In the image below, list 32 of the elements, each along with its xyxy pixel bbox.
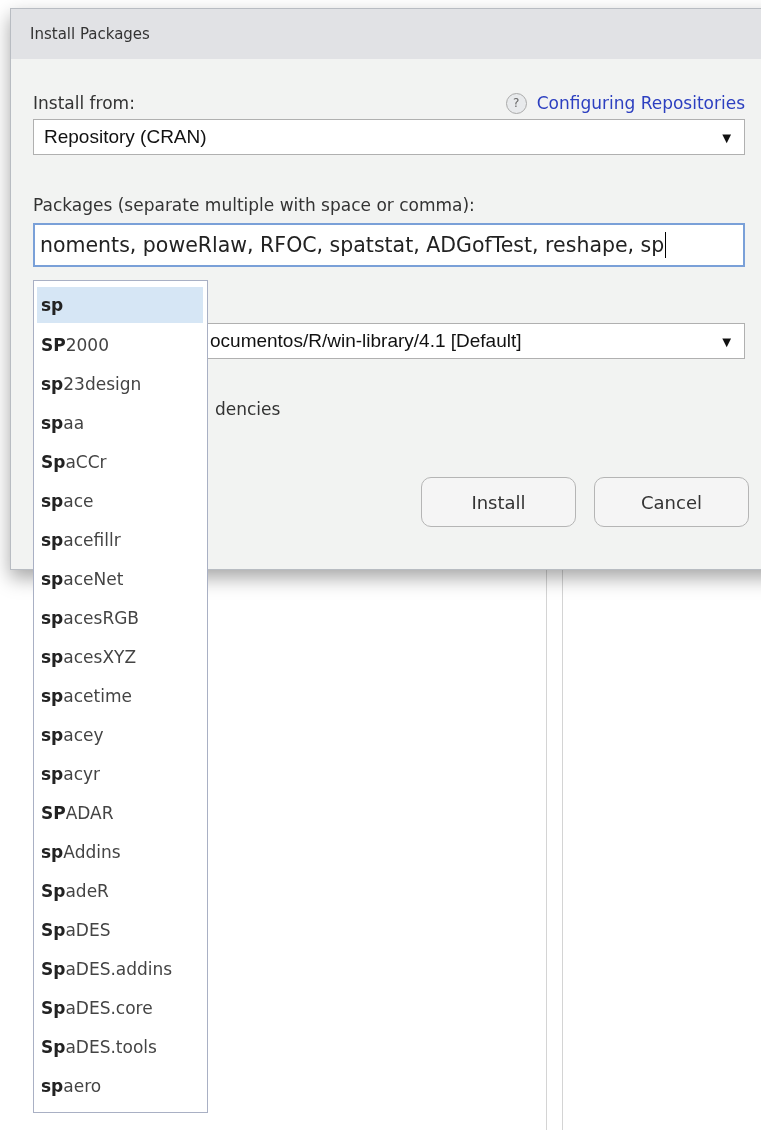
cancel-button[interactable]: Cancel — [594, 477, 749, 527]
autocomplete-item[interactable]: space — [37, 482, 203, 521]
repository-select[interactable]: Repository (CRAN) ▼ — [33, 119, 745, 155]
autocomplete-item[interactable]: SpaDES.core — [37, 989, 203, 1028]
autocomplete-item[interactable]: SpadeR — [37, 872, 203, 911]
window-title: Install Packages — [30, 25, 150, 43]
autocomplete-item[interactable]: SpaDES — [37, 911, 203, 950]
packages-input[interactable]: noments, poweRlaw, RFOC, spatstat, ADGofTest, reshape, sp — [33, 223, 745, 267]
autocomplete-item[interactable]: spacefillr — [37, 521, 203, 560]
autocomplete-item[interactable]: spacey — [37, 716, 203, 755]
autocomplete-item[interactable]: SpaDES.addins — [37, 950, 203, 989]
configuring-repositories-link[interactable]: Configuring Repositories — [536, 93, 745, 113]
autocomplete-item[interactable]: spacetime — [37, 677, 203, 716]
autocomplete-item[interactable]: spacesXYZ — [37, 638, 203, 677]
packages-label: Packages (separate multiple with space or comma): — [33, 195, 476, 217]
autocomplete-item[interactable]: SpaDES.tools — [37, 1028, 203, 1067]
autocomplete-item[interactable]: SpaCCr — [37, 443, 203, 482]
autocomplete-item[interactable]: spacyr — [37, 755, 203, 794]
autocomplete-item[interactable]: spaero — [37, 1067, 203, 1106]
install-button[interactable]: Install — [421, 477, 576, 527]
autocomplete-item[interactable]: sp23design — [37, 365, 203, 404]
autocomplete-item[interactable]: SP2000 — [37, 326, 203, 365]
autocomplete-item[interactable]: spaceNet — [37, 560, 203, 599]
help-icon[interactable]: ? — [505, 92, 527, 114]
install-from-label: Install from: — [33, 93, 135, 113]
autocomplete-item[interactable]: spaa — [37, 404, 203, 443]
autocomplete-item[interactable]: spacesRGB — [37, 599, 203, 638]
autocomplete-item[interactable]: SPADAR — [37, 794, 203, 833]
autocomplete-item[interactable]: spAddins — [37, 833, 203, 872]
dependencies-label: dencies — [214, 399, 282, 419]
autocomplete-item[interactable]: sp — [37, 287, 203, 323]
library-select[interactable]: ocumentos/R/win-library/4.1 [Default] ▼ — [207, 323, 745, 359]
